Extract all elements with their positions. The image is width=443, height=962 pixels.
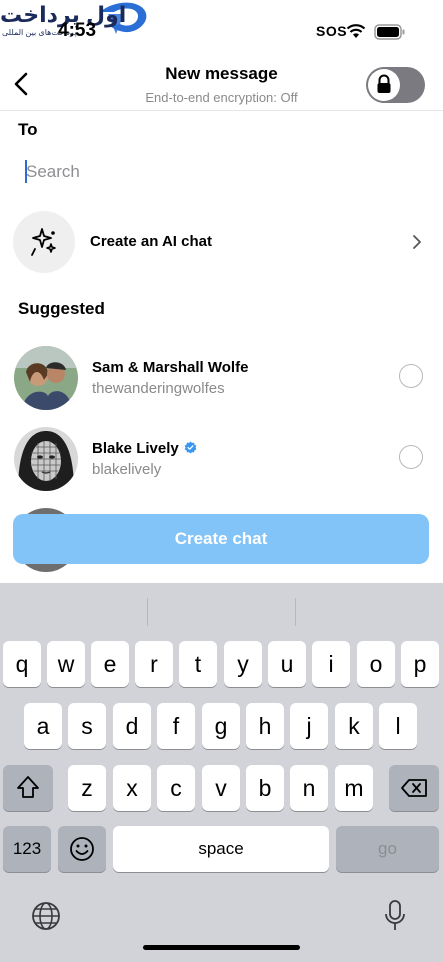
key-q[interactable]: q xyxy=(3,641,41,687)
text-cursor xyxy=(25,160,27,183)
keyboard: q w e r t y u i o p a s d f g h j k l z … xyxy=(0,583,443,962)
shift-arrow-icon xyxy=(17,776,39,798)
toggle-knob xyxy=(368,69,400,101)
create-ai-chat-row[interactable]: Create an AI chat xyxy=(0,208,443,276)
status-bar: اول پرداخت پرداخت‌های بین المللی 4:53 SO… xyxy=(0,0,443,60)
key-k[interactable]: k xyxy=(335,703,373,749)
encryption-toggle[interactable] xyxy=(366,67,425,103)
key-d[interactable]: d xyxy=(113,703,151,749)
recipient-search-input[interactable] xyxy=(26,160,406,184)
create-chat-button[interactable]: Create chat xyxy=(13,514,429,564)
key-x[interactable]: x xyxy=(113,765,151,811)
key-e[interactable]: e xyxy=(91,641,129,687)
status-time: 4:53 xyxy=(58,20,97,41)
space-key[interactable]: space xyxy=(113,826,329,872)
avatar xyxy=(14,427,78,491)
prediction-divider xyxy=(147,598,148,626)
key-r[interactable]: r xyxy=(135,641,173,687)
key-a[interactable]: a xyxy=(24,703,62,749)
ai-chat-icon-circle xyxy=(13,211,75,273)
key-u[interactable]: u xyxy=(268,641,306,687)
key-b[interactable]: b xyxy=(246,765,284,811)
key-v[interactable]: v xyxy=(202,765,240,811)
select-radio[interactable] xyxy=(399,445,423,469)
key-o[interactable]: o xyxy=(357,641,395,687)
sos-label: SOS xyxy=(316,23,348,39)
chevron-right-icon xyxy=(413,235,421,249)
globe-icon[interactable] xyxy=(30,900,62,932)
delete-key[interactable] xyxy=(389,765,439,811)
contact-name: Blake Lively xyxy=(92,440,197,457)
contact-row[interactable]: Sam & Marshall Wolfe thewanderingwolfes xyxy=(0,346,443,416)
key-y[interactable]: y xyxy=(224,641,262,687)
contact-handle: blakelively xyxy=(92,461,162,478)
battery-icon xyxy=(374,24,405,40)
key-s[interactable]: s xyxy=(68,703,106,749)
prediction-divider xyxy=(295,598,296,626)
key-l[interactable]: l xyxy=(379,703,417,749)
backspace-icon xyxy=(401,779,427,797)
lock-icon xyxy=(377,74,391,93)
verified-badge-icon xyxy=(184,441,197,454)
create-ai-chat-label: Create an AI chat xyxy=(90,233,212,250)
couple-photo-icon xyxy=(14,346,78,410)
header-divider xyxy=(0,110,443,111)
contact-row[interactable]: Blake Lively blakelively xyxy=(0,427,443,497)
suggested-heading: Suggested xyxy=(18,299,105,318)
portrait-photo-icon xyxy=(14,427,78,491)
key-j[interactable]: j xyxy=(290,703,328,749)
emoji-icon xyxy=(70,837,94,861)
select-radio[interactable] xyxy=(399,364,423,388)
key-z[interactable]: z xyxy=(68,765,106,811)
key-g[interactable]: g xyxy=(202,703,240,749)
home-indicator xyxy=(143,945,300,950)
avatar xyxy=(14,346,78,410)
contact-name: Sam & Marshall Wolfe xyxy=(92,359,249,376)
key-m[interactable]: m xyxy=(335,765,373,811)
emoji-key[interactable] xyxy=(58,826,106,872)
wifi-icon xyxy=(346,24,366,38)
shift-key[interactable] xyxy=(3,765,53,811)
key-h[interactable]: h xyxy=(246,703,284,749)
contact-name-text: Blake Lively xyxy=(92,440,179,457)
key-t[interactable]: t xyxy=(179,641,217,687)
key-n[interactable]: n xyxy=(290,765,328,811)
key-f[interactable]: f xyxy=(157,703,195,749)
key-p[interactable]: p xyxy=(401,641,439,687)
to-label: To xyxy=(18,120,38,139)
key-c[interactable]: c xyxy=(157,765,195,811)
microphone-icon[interactable] xyxy=(382,898,408,934)
numbers-key[interactable]: 123 xyxy=(3,826,51,872)
ai-sparkle-icon xyxy=(31,228,56,256)
contact-handle: thewanderingwolfes xyxy=(92,380,225,397)
key-i[interactable]: i xyxy=(312,641,350,687)
key-w[interactable]: w xyxy=(47,641,85,687)
go-key[interactable]: go xyxy=(336,826,439,872)
